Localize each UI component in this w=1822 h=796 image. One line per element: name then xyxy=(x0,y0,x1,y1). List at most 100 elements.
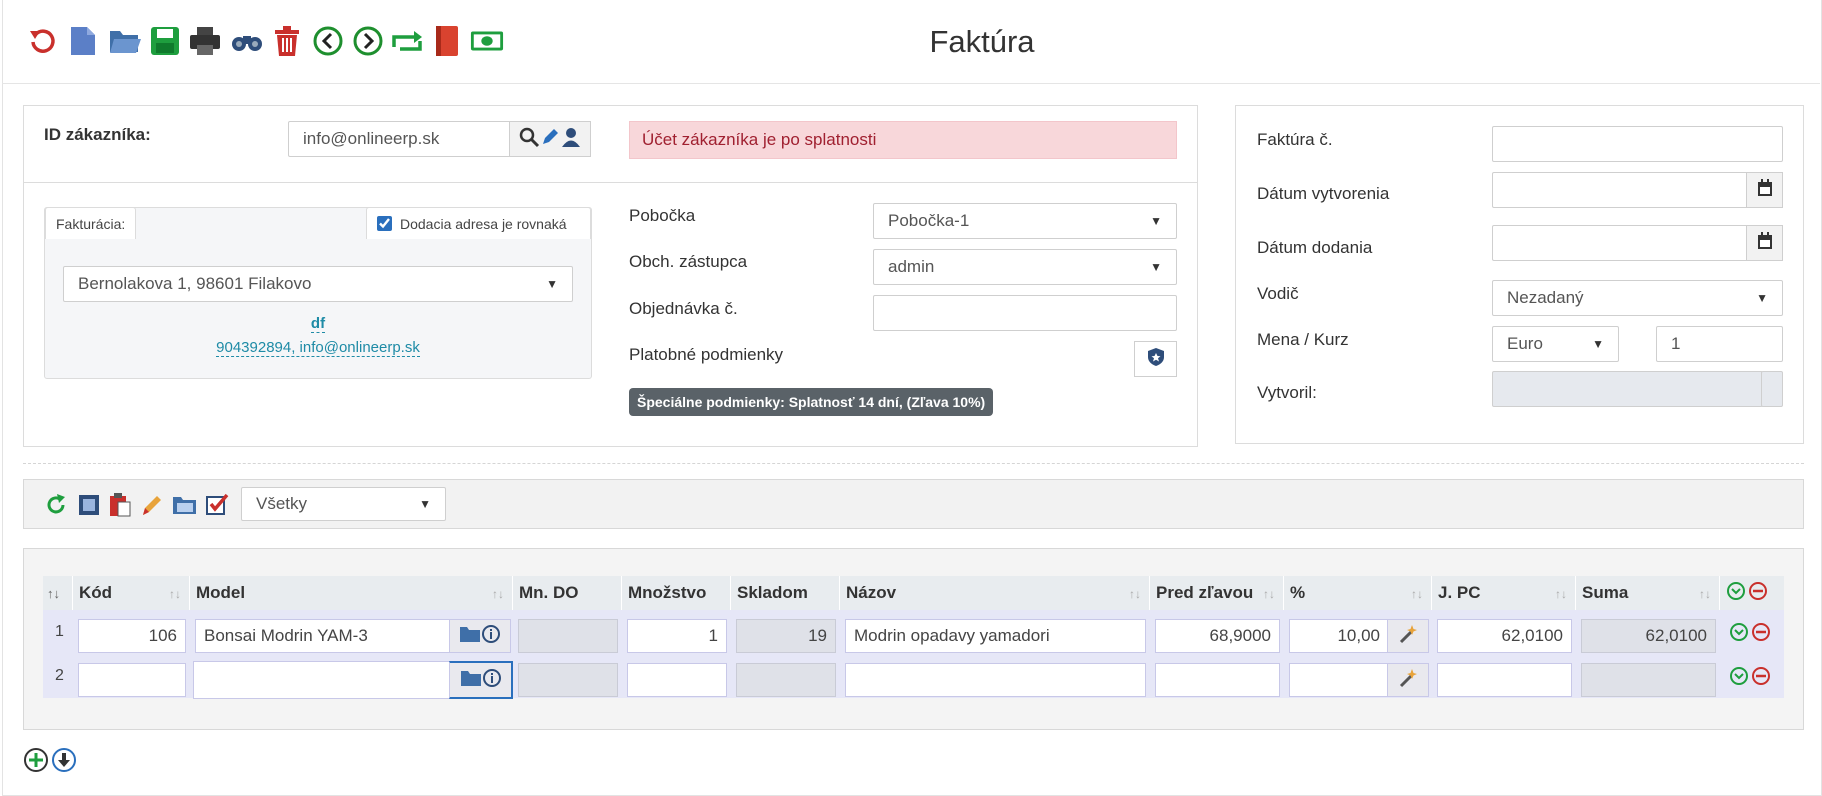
panel-divider xyxy=(24,182,1197,183)
row-number: 2 xyxy=(55,667,64,684)
delivery-same-label: Dodacia adresa je rovnaká xyxy=(400,215,567,232)
created-date-picker-button[interactable] xyxy=(1746,172,1783,208)
add-row-icon[interactable] xyxy=(23,747,49,778)
row-order-header[interactable]: ↑↓ xyxy=(43,576,73,610)
discount-wizard-button[interactable] xyxy=(1387,663,1429,697)
skladom-input xyxy=(736,663,836,697)
created-by-input xyxy=(1492,371,1763,407)
driver-select[interactable]: Nezadaný ▼ xyxy=(1492,280,1783,316)
pred-zlavou-input[interactable]: 68,9000 xyxy=(1155,619,1280,653)
open-folder-image-icon[interactable] xyxy=(172,494,198,521)
expand-circle-icon[interactable] xyxy=(1726,581,1746,606)
customer-lookup-button[interactable] xyxy=(509,121,591,157)
remove-row-icon[interactable] xyxy=(1751,666,1771,691)
edit-pencil-icon xyxy=(540,127,560,152)
jpc-input[interactable] xyxy=(1437,663,1572,697)
customer-id-input[interactable]: info@onlineerp.sk xyxy=(288,121,511,157)
percent-input[interactable]: 10,00 xyxy=(1289,619,1389,653)
model-input[interactable] xyxy=(193,661,453,699)
row-number: 1 xyxy=(55,623,64,640)
col-model-header[interactable]: Model ↑↓ xyxy=(190,576,513,610)
expand-circle-icon[interactable] xyxy=(1729,666,1749,691)
jpc-input[interactable]: 62,0100 xyxy=(1437,619,1572,653)
kod-input[interactable]: 106 xyxy=(78,619,186,653)
mn-do-input xyxy=(518,663,618,697)
branch-label: Pobočka xyxy=(629,206,696,225)
sort-icon: ↑↓ xyxy=(1555,587,1567,601)
search-icon xyxy=(518,126,540,153)
col-nazov-header[interactable]: Názov ↑↓ xyxy=(840,576,1150,610)
order-number-input[interactable] xyxy=(873,295,1177,331)
currency-select[interactable]: Euro ▼ xyxy=(1492,326,1619,362)
contact-info-link[interactable]: 904392894, info@onlineerp.sk xyxy=(216,339,420,357)
refresh-icon[interactable] xyxy=(44,493,68,522)
delivery-same-toggle[interactable]: Dodacia adresa je rovnaká xyxy=(366,207,591,239)
user-icon xyxy=(560,126,582,153)
folder-icon xyxy=(459,625,481,648)
calendar-icon xyxy=(1757,178,1773,202)
page-title: Faktúra xyxy=(929,24,1035,59)
invoice-number-input[interactable] xyxy=(1492,126,1783,162)
items-filter-select[interactable]: Všetky ▼ xyxy=(241,487,446,521)
delivery-same-checkbox[interactable] xyxy=(377,216,392,231)
chevron-down-icon: ▼ xyxy=(1756,291,1768,305)
address-select[interactable]: Bernolakova 1, 98601 Filakovo ▼ xyxy=(63,266,573,302)
edit-pencil-icon[interactable] xyxy=(140,492,164,523)
magic-wand-icon xyxy=(1398,624,1418,649)
col-pred-zlavou-header[interactable]: Pred zľavou ↑↓ xyxy=(1150,576,1284,610)
kod-input[interactable] xyxy=(78,663,186,697)
insert-row-below-icon[interactable] xyxy=(51,747,77,778)
sort-icon: ↑↓ xyxy=(169,587,181,601)
expand-circle-icon[interactable] xyxy=(1729,622,1749,647)
delivery-date-picker-button[interactable] xyxy=(1746,225,1783,261)
select-all-icon[interactable] xyxy=(77,493,101,522)
skladom-input: 19 xyxy=(736,619,836,653)
payment-terms-button[interactable] xyxy=(1134,341,1177,377)
sales-rep-select[interactable]: admin ▼ xyxy=(873,249,1177,285)
chevron-down-icon: ▼ xyxy=(546,277,558,291)
mnozstvo-input[interactable] xyxy=(627,663,727,697)
sort-icon: ↑↓ xyxy=(1129,587,1141,601)
model-browse-button[interactable] xyxy=(449,619,511,653)
shield-icon xyxy=(1147,347,1165,372)
info-icon xyxy=(481,624,501,649)
model-browse-button[interactable] xyxy=(449,661,513,699)
sales-rep-label: Obch. zástupca xyxy=(629,252,748,271)
delivery-date-label: Dátum dodania xyxy=(1257,238,1373,257)
contact-name-link[interactable]: df xyxy=(310,315,326,333)
row-actions-header xyxy=(1720,576,1784,610)
created-by-addon xyxy=(1761,371,1783,407)
sort-icon: ↑↓ xyxy=(1263,587,1275,601)
sort-icon: ↑↓ xyxy=(47,585,60,601)
discount-wizard-button[interactable] xyxy=(1387,619,1429,653)
nazov-input[interactable] xyxy=(845,663,1146,697)
customer-id-label: ID zákazníka: xyxy=(44,125,151,144)
remove-row-icon[interactable] xyxy=(1751,622,1771,647)
billing-tab[interactable]: Fakturácia: xyxy=(45,207,137,239)
driver-label: Vodič xyxy=(1257,284,1299,303)
order-number-label: Objednávka č. xyxy=(629,299,738,318)
col-suma-header[interactable]: Suma ↑↓ xyxy=(1576,576,1720,610)
delivery-date-input[interactable] xyxy=(1492,225,1748,261)
col-kod-header[interactable]: Kód ↑↓ xyxy=(73,576,190,610)
paste-icon[interactable] xyxy=(108,492,132,523)
branch-select[interactable]: Pobočka-1 ▼ xyxy=(873,203,1177,239)
sort-icon: ↑↓ xyxy=(492,587,504,601)
contact-info-wrap: 904392894, info@onlineerp.sk xyxy=(44,337,592,357)
model-input[interactable]: Bonsai Modrin YAM-3 xyxy=(195,619,451,653)
pred-zlavou-input[interactable] xyxy=(1155,663,1280,697)
mnozstvo-input[interactable]: 1 xyxy=(627,619,727,653)
contact-name-wrap: df xyxy=(44,313,592,333)
created-date-label: Dátum vytvorenia xyxy=(1257,184,1390,203)
col-percent-header[interactable]: % ↑↓ xyxy=(1284,576,1432,610)
col-jpc-header[interactable]: J. PC ↑↓ xyxy=(1432,576,1576,610)
exchange-rate-input[interactable]: 1 xyxy=(1656,326,1783,362)
created-date-input[interactable] xyxy=(1492,172,1748,208)
remove-circle-icon[interactable] xyxy=(1748,581,1768,606)
folder-icon xyxy=(460,669,482,692)
calendar-icon xyxy=(1757,231,1773,255)
percent-input[interactable] xyxy=(1289,663,1389,697)
currency-rate-label: Mena / Kurz xyxy=(1257,330,1349,349)
nazov-input[interactable]: Modrin opadavy yamadori xyxy=(845,619,1146,653)
check-list-icon[interactable] xyxy=(205,492,229,521)
